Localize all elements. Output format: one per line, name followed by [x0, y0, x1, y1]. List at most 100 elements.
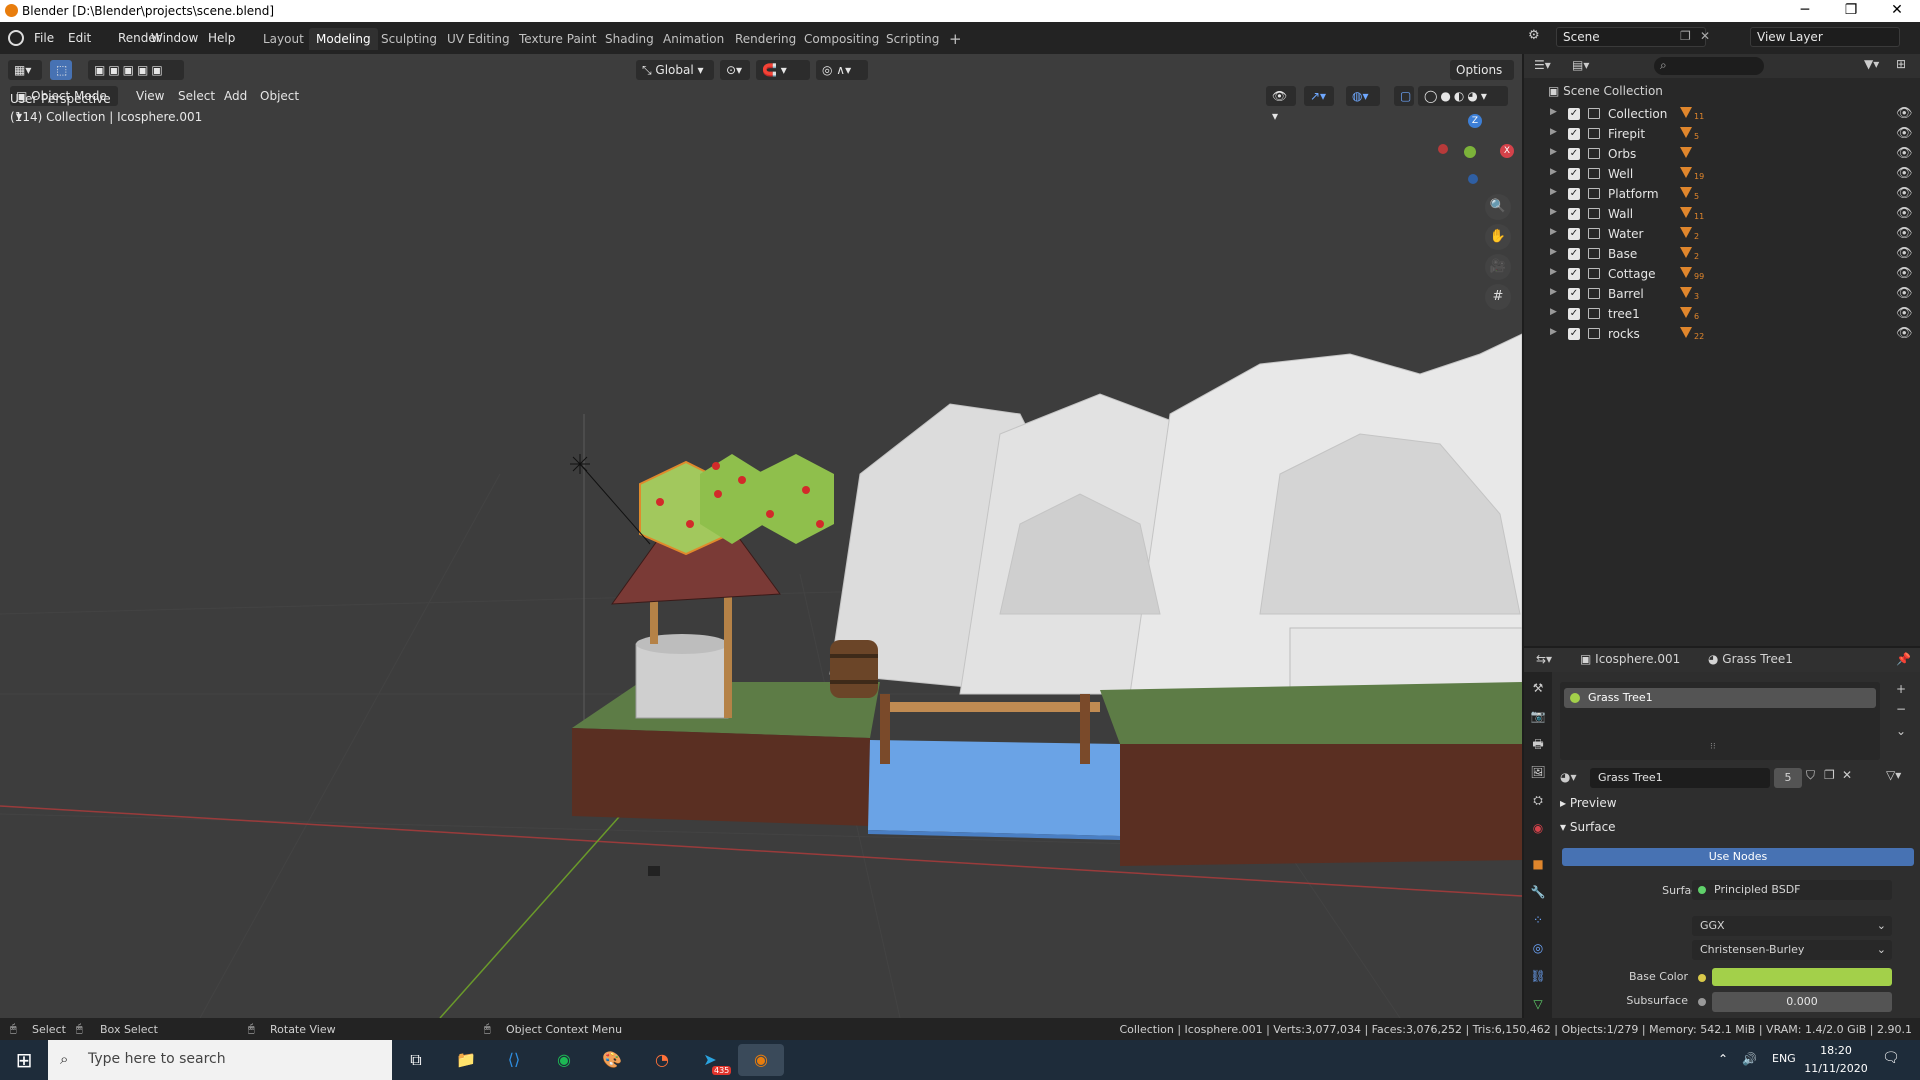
modifier-tab-icon[interactable]: 🔧 [1530, 884, 1546, 900]
tab-layout[interactable]: Layout [256, 28, 311, 50]
volume-icon[interactable]: 🔊 [1742, 1052, 1757, 1066]
pivot-point-icon[interactable]: ⊙▾ [720, 60, 750, 80]
expand-arrow-icon[interactable]: ▶ [1550, 227, 1557, 237]
outliner-row[interactable]: ▶ ✓ Water 2 👁 [1524, 224, 1920, 244]
exclude-checkbox[interactable]: ✓ [1568, 268, 1580, 280]
task-view-icon[interactable]: ⧉ [400, 1044, 432, 1076]
new-collection-icon[interactable]: ⊞ [1896, 57, 1906, 71]
delete-scene-icon[interactable]: ✕ [1700, 29, 1710, 43]
gizmo-z-axis[interactable]: Z [1468, 114, 1482, 128]
vscode-icon[interactable]: ⟨⟩ [498, 1044, 530, 1076]
subsurface-value-field[interactable]: 0.000 [1712, 992, 1892, 1012]
user-count-field[interactable]: 5 [1774, 768, 1802, 788]
spotify-icon[interactable]: ◉ [548, 1044, 580, 1076]
pan-hand-icon[interactable]: ✋ [1485, 224, 1511, 250]
outliner-row[interactable]: ▶ ✓ Collection 11 👁 [1524, 104, 1920, 124]
duplicate-material-icon[interactable]: ❐ [1824, 768, 1835, 782]
selection-mode-icons[interactable]: ▣▣▣▣▣ [88, 60, 184, 80]
add-workspace-button[interactable]: + [942, 28, 969, 50]
subsurface-method-dropdown[interactable]: Christensen-Burley ⌄ [1692, 940, 1892, 960]
tab-sculpting[interactable]: Sculpting [374, 28, 444, 50]
menu-window[interactable]: Window [145, 28, 204, 48]
paint-app-icon[interactable]: 🎨 [596, 1044, 628, 1076]
expand-arrow-icon[interactable]: ▶ [1550, 187, 1557, 197]
visibility-icon[interactable]: 👁▾ [1266, 86, 1296, 123]
gizmo-x-axis[interactable]: X [1500, 144, 1514, 158]
base-color-swatch[interactable] [1712, 968, 1892, 986]
expand-arrow-icon[interactable]: ▶ [1550, 207, 1557, 217]
exclude-checkbox[interactable]: ✓ [1568, 248, 1580, 260]
scene-tab-icon[interactable]: ⛭ [1530, 792, 1546, 808]
tab-modeling[interactable]: Modeling [309, 28, 378, 50]
viewport-menu-view[interactable]: View [130, 86, 170, 106]
outliner-row[interactable]: ▶ ✓ Base 2 👁 [1524, 244, 1920, 264]
eye-icon[interactable]: 👁 [1896, 126, 1913, 141]
blender-taskbar-icon[interactable]: ◉ [738, 1044, 784, 1076]
outliner-row[interactable]: ▶ ✓ Orbs 👁 [1524, 144, 1920, 164]
exclude-checkbox[interactable]: ✓ [1568, 288, 1580, 300]
eye-icon[interactable]: 👁 [1896, 226, 1913, 241]
outliner-row[interactable]: ▶ ✓ rocks 22 👁 [1524, 324, 1920, 344]
remove-slot-button[interactable]: − [1896, 702, 1906, 716]
transform-orientation-dropdown[interactable]: ⤡ Global ▾ [636, 60, 714, 80]
eye-icon[interactable]: 👁 [1896, 106, 1913, 121]
expand-arrow-icon[interactable]: ▶ [1550, 287, 1557, 297]
eye-icon[interactable]: 👁 [1896, 266, 1913, 281]
render-tab-icon[interactable]: 📷 [1530, 708, 1546, 724]
overlays-icon[interactable]: ◍▾ [1346, 86, 1380, 106]
taskbar-search[interactable]: ⌕ Type here to search [48, 1040, 392, 1080]
display-mode-icon[interactable]: ▤▾ [1572, 58, 1589, 72]
list-resize-handle[interactable]: ⁝⁝ [1710, 742, 1716, 752]
distribution-dropdown[interactable]: GGX ⌄ [1692, 916, 1892, 936]
firefox-icon[interactable]: ◔ [646, 1044, 678, 1076]
exclude-checkbox[interactable]: ✓ [1568, 208, 1580, 220]
physics-tab-icon[interactable]: ◎ [1530, 940, 1546, 956]
outliner-editor-icon[interactable]: ☰▾ [1534, 58, 1551, 72]
view-layer-field[interactable]: View Layer [1750, 27, 1900, 47]
preview-section[interactable]: ▸ Preview [1560, 796, 1617, 810]
outliner-row[interactable]: ▶ ✓ Firepit 5 👁 [1524, 124, 1920, 144]
expand-arrow-icon[interactable]: ▶ [1550, 147, 1557, 157]
camera-view-icon[interactable]: 🎥 [1485, 254, 1511, 280]
tab-rendering[interactable]: Rendering [728, 28, 803, 50]
view-layer-tab-icon[interactable]: 🖼 [1530, 764, 1546, 780]
exclude-checkbox[interactable]: ✓ [1568, 188, 1580, 200]
viewport-menu-add[interactable]: Add [218, 86, 253, 106]
tab-scripting[interactable]: Scripting [879, 28, 946, 50]
select-tool-icon[interactable]: ⬚ [50, 60, 72, 80]
tab-texture-paint[interactable]: Texture Paint [512, 28, 603, 50]
windows-start-icon[interactable]: ⊞ [8, 1044, 40, 1076]
object-tab-icon[interactable]: ■ [1530, 856, 1546, 872]
particles-tab-icon[interactable]: ⁘ [1530, 912, 1546, 928]
exclude-checkbox[interactable]: ✓ [1568, 148, 1580, 160]
material-link-icon[interactable]: ▽▾ [1886, 768, 1901, 782]
notifications-icon[interactable]: 🗨 [1882, 1050, 1900, 1066]
gizmo-y-axis[interactable] [1464, 146, 1476, 158]
new-scene-icon[interactable]: ❐ [1680, 29, 1691, 43]
material-slot-item[interactable]: Grass Tree1 [1564, 688, 1876, 708]
gizmo-neg-x[interactable] [1438, 144, 1448, 154]
outliner-row[interactable]: ▶ ✓ Barrel 3 👁 [1524, 284, 1920, 304]
expand-arrow-icon[interactable]: ▶ [1550, 127, 1557, 137]
exclude-checkbox[interactable]: ✓ [1568, 168, 1580, 180]
options-dropdown[interactable]: Options ▾ [1450, 60, 1514, 97]
unlink-material-icon[interactable]: ✕ [1842, 768, 1852, 782]
expand-arrow-icon[interactable]: ▶ [1550, 107, 1557, 117]
pin-icon[interactable]: 📌 [1896, 652, 1911, 666]
clock-date[interactable]: 11/11/2020 [1804, 1062, 1868, 1075]
add-slot-button[interactable]: + [1896, 682, 1906, 696]
outliner-search-input[interactable]: ⌕ [1654, 57, 1764, 75]
exclude-checkbox[interactable]: ✓ [1568, 328, 1580, 340]
3d-viewport[interactable]: ▦▾ ⬚ ▣▣▣▣▣ ⤡ Global ▾ ⊙▾ 🧲 ▾ ◎ ∧▾ Option… [0, 54, 1522, 1018]
expand-arrow-icon[interactable]: ▶ [1550, 167, 1557, 177]
menu-help[interactable]: Help [202, 28, 241, 48]
proportional-editing-icon[interactable]: ◎ ∧▾ [816, 60, 868, 80]
surface-section[interactable]: ▾ Surface [1560, 820, 1616, 834]
language-indicator[interactable]: ENG [1772, 1052, 1796, 1065]
slot-menu-button[interactable]: ⌄ [1896, 724, 1906, 738]
file-explorer-icon[interactable]: 📁 [450, 1044, 482, 1076]
eye-icon[interactable]: 👁 [1896, 206, 1913, 221]
snapping-icon[interactable]: 🧲 ▾ [756, 60, 810, 80]
minimize-button[interactable]: ─ [1782, 0, 1828, 22]
exclude-checkbox[interactable]: ✓ [1568, 228, 1580, 240]
